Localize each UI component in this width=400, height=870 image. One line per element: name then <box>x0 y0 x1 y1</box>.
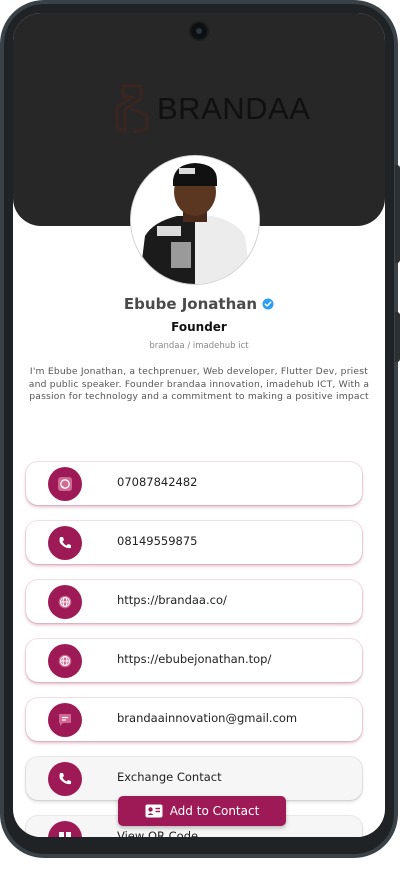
power-button <box>395 312 400 362</box>
contact-text: 07087842482 <box>117 475 198 489</box>
profile-title: Founder <box>171 320 227 334</box>
view-qr-code-label: View QR Code <box>117 829 199 837</box>
brand-logo-mark-icon <box>115 84 149 134</box>
verified-badge-icon <box>262 298 274 310</box>
contact-card-icon <box>145 804 163 818</box>
add-to-contact-label: Add to Contact <box>169 804 260 818</box>
volume-button <box>395 165 400 263</box>
phone-frame: BRANDAA Ebube Jonathan Founder brandaa /… <box>0 0 400 858</box>
avatar <box>130 155 260 285</box>
avatar-photo <box>131 156 259 284</box>
contact-row-phone[interactable]: 08149559875 <box>26 521 362 564</box>
exchange-contact-button[interactable]: Exchange Contact <box>26 757 362 800</box>
contact-row-whatsapp[interactable]: 07087842482 <box>26 462 362 505</box>
brand-logo: BRANDAA <box>113 83 310 135</box>
brand-logo-text: BRANDAA <box>157 91 311 126</box>
globe-icon <box>48 585 82 619</box>
whatsapp-icon <box>48 467 82 501</box>
profile-bio: I'm Ebube Jonathan, a techprenuer, Web d… <box>28 366 370 402</box>
contact-text: 08149559875 <box>117 534 198 548</box>
add-to-contact-button[interactable]: Add to Contact <box>118 796 286 826</box>
qr-icon <box>48 821 82 837</box>
message-icon <box>48 703 82 737</box>
contact-row-website[interactable]: https://brandaa.co/ <box>26 580 362 623</box>
screen: BRANDAA Ebube Jonathan Founder brandaa /… <box>13 13 385 837</box>
exchange-contact-label: Exchange Contact <box>117 770 222 784</box>
contact-row-email[interactable]: brandaainnovation@gmail.com <box>26 698 362 741</box>
contact-row-website[interactable]: https://ebubejonathan.top/ <box>26 639 362 682</box>
profile-name: Ebube Jonathan <box>123 295 258 313</box>
phone-icon <box>48 526 82 560</box>
profile-company: brandaa / imadehub ict <box>149 341 249 351</box>
globe-icon <box>48 644 82 678</box>
name-row: Ebube Jonathan <box>13 295 385 313</box>
contact-text: brandaainnovation@gmail.com <box>117 711 298 725</box>
contact-text: https://ebubejonathan.top/ <box>117 652 272 666</box>
phone-icon <box>48 762 82 796</box>
front-camera <box>191 23 207 39</box>
contact-text: https://brandaa.co/ <box>117 593 227 607</box>
